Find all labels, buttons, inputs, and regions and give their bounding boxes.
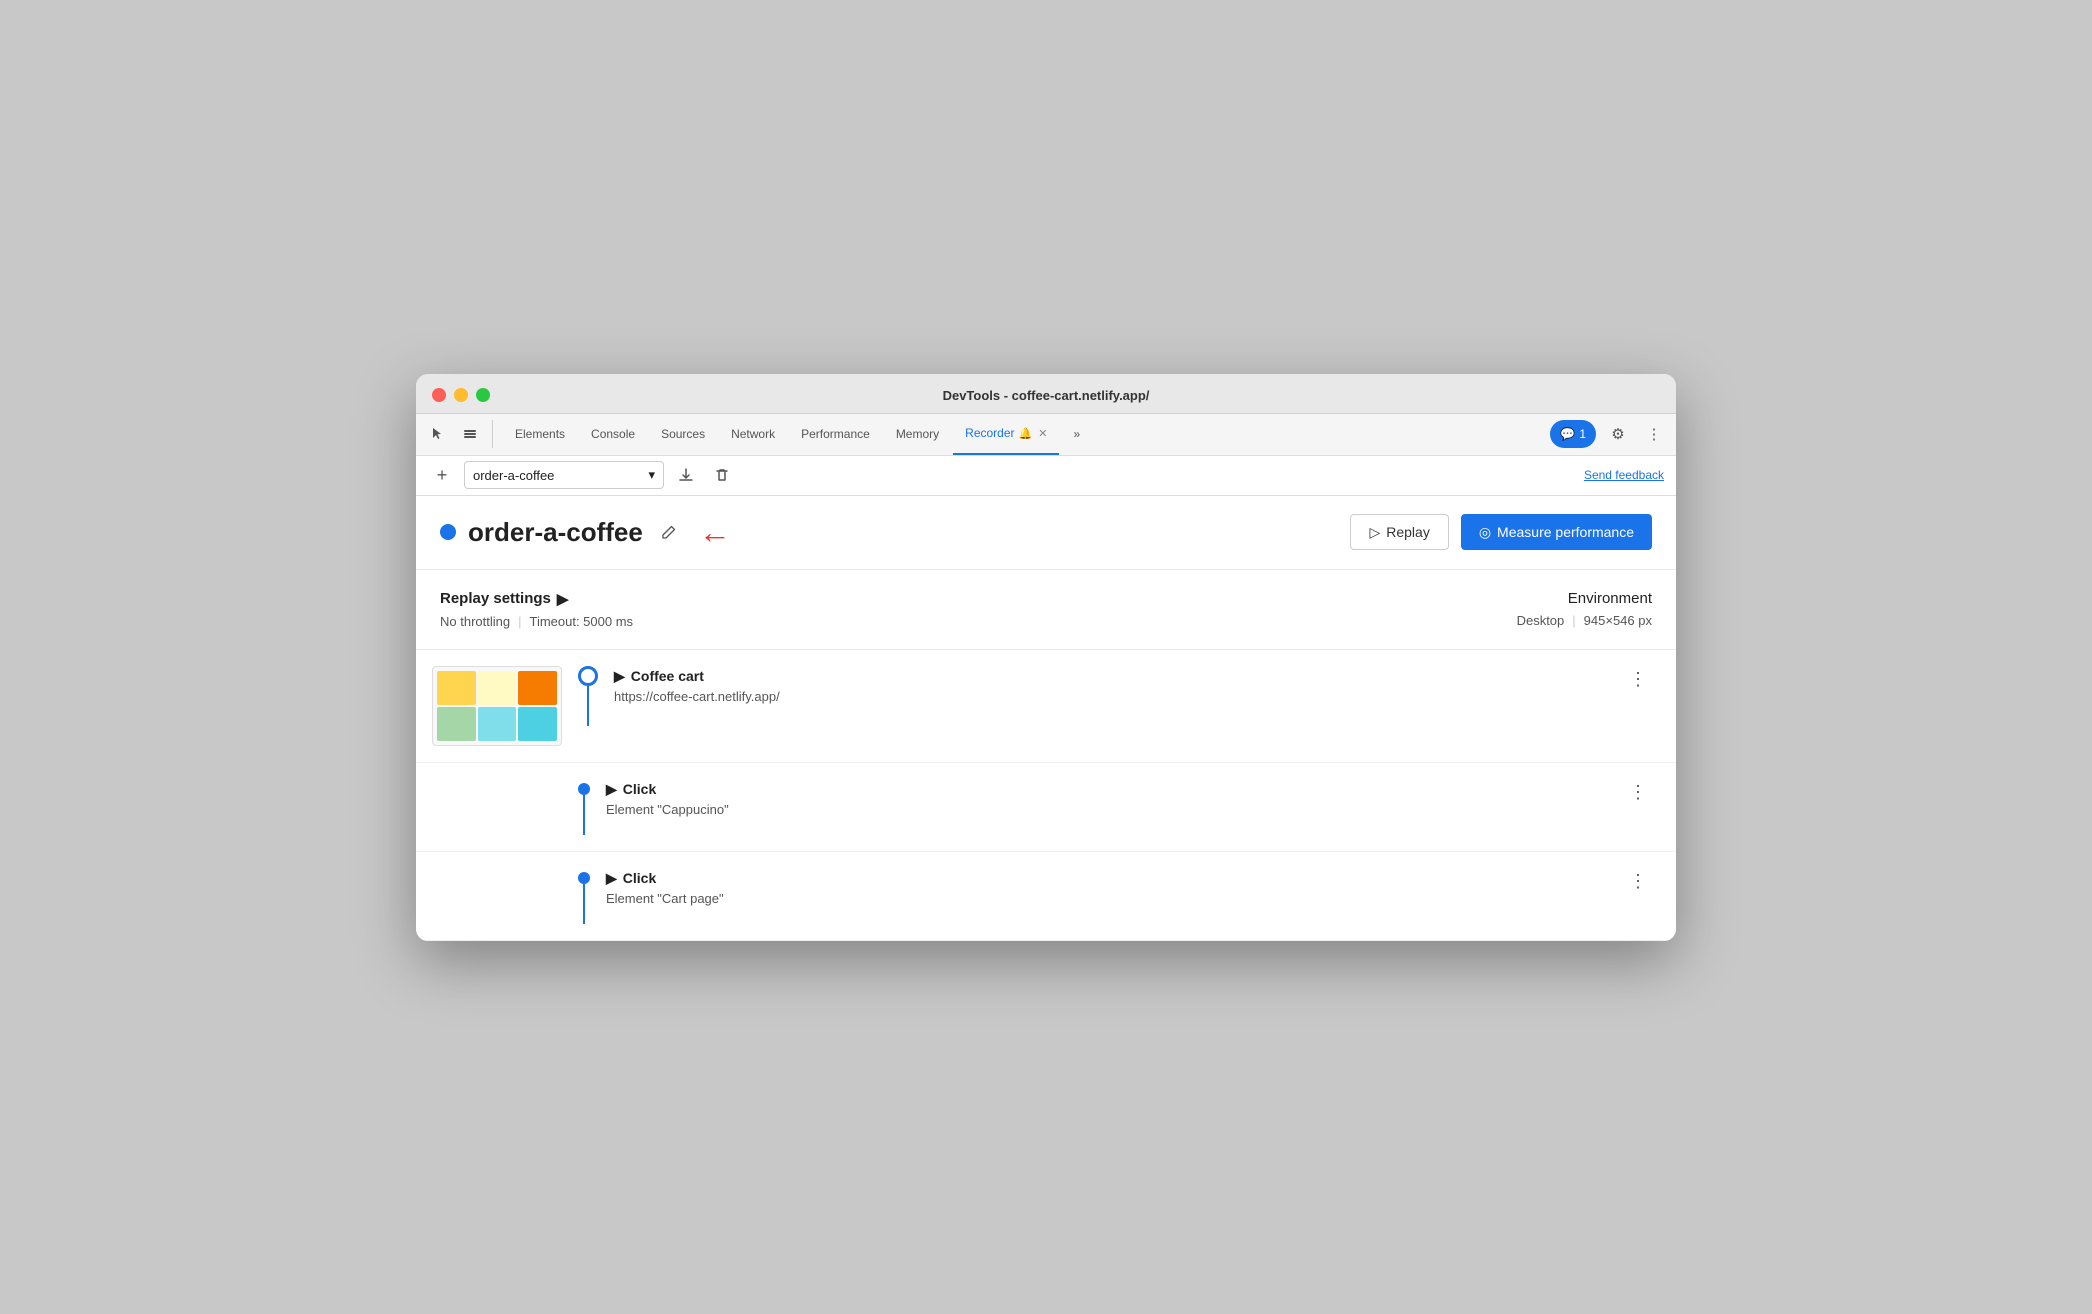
- tab-more[interactable]: »: [1061, 413, 1092, 455]
- step-3-content: ▶ Click Element "Cart page": [606, 868, 1624, 906]
- step-3-dot: [578, 872, 590, 884]
- recorder-close-icon[interactable]: ✕: [1038, 427, 1047, 440]
- step-1-dot: [578, 666, 598, 686]
- tab-network[interactable]: Network: [719, 413, 787, 455]
- step-1-title[interactable]: ▶ Coffee cart: [614, 668, 1624, 685]
- step-3: ▶ Click Element "Cart page" ⋮: [416, 852, 1676, 941]
- step-2-subtitle: Element "Cappucino": [606, 802, 1624, 817]
- edit-title-button[interactable]: [655, 518, 683, 546]
- step-1-content: ▶ Coffee cart https://coffee-cart.netlif…: [614, 666, 1624, 704]
- step-1-subtitle: https://coffee-cart.netlify.app/: [614, 689, 1624, 704]
- traffic-lights: [432, 388, 490, 402]
- step-thumbnail: [432, 666, 562, 746]
- recording-title: order-a-coffee: [468, 517, 643, 548]
- step-2-expand-icon: ▶: [606, 781, 617, 798]
- step-2-dot: [578, 783, 590, 795]
- export-button[interactable]: [672, 461, 700, 489]
- step-3-more-button[interactable]: ⋮: [1624, 868, 1652, 896]
- settings-icon[interactable]: ⚙: [1604, 420, 1632, 448]
- recording-status-dot: [440, 524, 456, 540]
- tab-icon-group: [424, 420, 493, 448]
- main-content: order-a-coffee ← ▷ Replay ◎ Measure per: [416, 496, 1676, 941]
- tab-memory[interactable]: Memory: [884, 413, 951, 455]
- close-button[interactable]: [432, 388, 446, 402]
- step-2-title[interactable]: ▶ Click: [606, 781, 1624, 798]
- step-2-content: ▶ Click Element "Cappucino": [606, 779, 1624, 817]
- chevron-down-icon: ▾: [648, 467, 655, 483]
- settings-details: No throttling | Timeout: 5000 ms: [440, 614, 633, 629]
- step-3-title[interactable]: ▶ Click: [606, 870, 1624, 887]
- cursor-icon[interactable]: [424, 420, 452, 448]
- step-3-subtitle: Element "Cart page": [606, 891, 1624, 906]
- minimize-button[interactable]: [454, 388, 468, 402]
- step-2-more-button[interactable]: ⋮: [1624, 779, 1652, 807]
- tab-bar: Elements Console Sources Network Perform…: [416, 414, 1676, 456]
- step-1: ▶ Coffee cart https://coffee-cart.netlif…: [416, 650, 1676, 763]
- step-2-row: ▶ Click Element "Cappucino" ⋮: [606, 779, 1652, 817]
- header-actions: ▷ Replay ◎ Measure performance: [1350, 514, 1652, 550]
- devtools-window: DevTools - coffee-cart.netlify.app/: [416, 374, 1676, 941]
- tab-elements[interactable]: Elements: [503, 413, 577, 455]
- measure-performance-button[interactable]: ◎ Measure performance: [1461, 514, 1652, 550]
- settings-right: Environment Desktop | 945×546 px: [1517, 590, 1652, 628]
- toolbar: + order-a-coffee ▾ Send feedback: [416, 456, 1676, 496]
- settings-expand-icon: ▶: [557, 590, 569, 608]
- recorder-bell-icon: 🔔: [1019, 427, 1033, 440]
- measure-icon: ◎: [1479, 524, 1491, 541]
- step-1-more-button[interactable]: ⋮: [1624, 666, 1652, 694]
- timeline-line-3: [583, 884, 585, 924]
- step-3-expand-icon: ▶: [606, 870, 617, 887]
- chat-icon: 💬: [1560, 427, 1575, 441]
- recording-selector[interactable]: order-a-coffee ▾: [464, 461, 664, 489]
- more-options-icon[interactable]: ⋮: [1640, 420, 1668, 448]
- add-recording-button[interactable]: +: [428, 461, 456, 489]
- recording-header: order-a-coffee ← ▷ Replay ◎ Measure per: [416, 496, 1676, 570]
- environment-details: Desktop | 945×546 px: [1517, 613, 1652, 628]
- step-1-expand-icon: ▶: [614, 668, 625, 685]
- step-1-row: ▶ Coffee cart https://coffee-cart.netlif…: [614, 666, 1652, 704]
- step-3-row: ▶ Click Element "Cart page" ⋮: [606, 868, 1652, 906]
- tab-console[interactable]: Console: [579, 413, 647, 455]
- send-feedback-link[interactable]: Send feedback: [1584, 468, 1664, 482]
- replay-settings-toggle[interactable]: Replay settings ▶: [440, 590, 633, 608]
- step-2: ▶ Click Element "Cappucino" ⋮: [416, 763, 1676, 852]
- tab-performance[interactable]: Performance: [789, 413, 882, 455]
- title-bar: DevTools - coffee-cart.netlify.app/: [416, 374, 1676, 414]
- replay-button[interactable]: ▷ Replay: [1350, 514, 1448, 550]
- settings-section: Replay settings ▶ No throttling | Timeou…: [416, 570, 1676, 650]
- maximize-button[interactable]: [476, 388, 490, 402]
- settings-left: Replay settings ▶ No throttling | Timeou…: [440, 590, 633, 629]
- recording-name-label: order-a-coffee: [473, 468, 642, 483]
- play-icon: ▷: [1369, 524, 1380, 541]
- timeline-line-1: [587, 686, 589, 726]
- tab-right-icons: 💬 1 ⚙ ⋮: [1550, 420, 1668, 448]
- tab-sources[interactable]: Sources: [649, 413, 717, 455]
- window-title: DevTools - coffee-cart.netlify.app/: [943, 388, 1150, 403]
- red-arrow-indicator: ←: [699, 514, 731, 551]
- devtools-body: Elements Console Sources Network Perform…: [416, 414, 1676, 941]
- chat-button[interactable]: 💬 1: [1550, 420, 1596, 448]
- delete-recording-button[interactable]: [708, 461, 736, 489]
- timeline-line-2: [583, 795, 585, 835]
- tab-recorder[interactable]: Recorder 🔔 ✕: [953, 413, 1059, 455]
- layers-icon[interactable]: [456, 420, 484, 448]
- steps-container: ▶ Coffee cart https://coffee-cart.netlif…: [416, 650, 1676, 941]
